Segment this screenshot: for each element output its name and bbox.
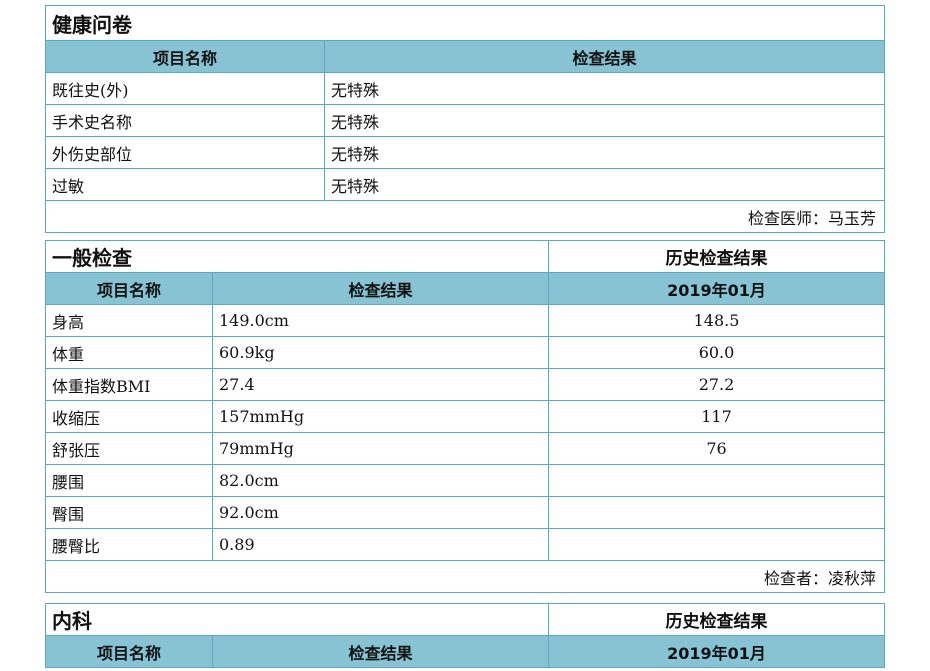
table-row: 收缩压 157mmHg 117 bbox=[45, 400, 885, 433]
item-name: 收缩压 bbox=[45, 400, 213, 433]
column-header-item: 项目名称 bbox=[45, 635, 213, 668]
table-row: 既往史(外) 无特殊 bbox=[45, 72, 885, 105]
item-name: 体重指数BMI bbox=[45, 368, 213, 401]
column-header-result: 检查结果 bbox=[212, 635, 549, 668]
column-header-history-date: 2019年01月 bbox=[548, 272, 885, 305]
item-result: 157mmHg bbox=[212, 400, 549, 433]
section-title: 健康问卷 bbox=[45, 5, 885, 41]
item-history: 60.0 bbox=[548, 336, 885, 369]
column-header-item: 项目名称 bbox=[45, 272, 213, 305]
table-row: 臀围 92.0cm bbox=[45, 496, 885, 529]
section-title: 一般检查 bbox=[45, 240, 549, 273]
item-name: 既往史(外) bbox=[45, 72, 325, 105]
item-result: 82.0cm bbox=[212, 464, 549, 497]
item-result: 无特殊 bbox=[324, 136, 885, 169]
table-row: 手术史名称 无特殊 bbox=[45, 104, 885, 137]
item-result: 149.0cm bbox=[212, 304, 549, 337]
item-result: 0.89 bbox=[212, 528, 549, 561]
item-name: 体重 bbox=[45, 336, 213, 369]
item-name: 身高 bbox=[45, 304, 213, 337]
section-title: 内科 bbox=[45, 603, 549, 636]
general-exam-table: 一般检查 历史检查结果 项目名称 检查结果 2019年01月 身高 149.0c… bbox=[45, 240, 885, 593]
item-history: 76 bbox=[548, 432, 885, 465]
item-history bbox=[548, 496, 885, 529]
table-row: 腰臀比 0.89 bbox=[45, 528, 885, 561]
item-history: 148.5 bbox=[548, 304, 885, 337]
health-questionnaire-table: 健康问卷 项目名称 检查结果 既往史(外) 无特殊 手术史名称 无特殊 外伤史部… bbox=[45, 5, 885, 233]
item-history: 27.2 bbox=[548, 368, 885, 401]
item-name: 过敏 bbox=[45, 168, 325, 201]
item-result: 27.4 bbox=[212, 368, 549, 401]
item-result: 无特殊 bbox=[324, 72, 885, 105]
table-row: 腰围 82.0cm bbox=[45, 464, 885, 497]
item-name: 腰臀比 bbox=[45, 528, 213, 561]
table-row: 身高 149.0cm 148.5 bbox=[45, 304, 885, 337]
item-result: 92.0cm bbox=[212, 496, 549, 529]
item-history bbox=[548, 464, 885, 497]
item-history bbox=[548, 528, 885, 561]
history-results-title: 历史检查结果 bbox=[548, 240, 885, 273]
item-name: 舒张压 bbox=[45, 432, 213, 465]
column-header-history-date: 2019年01月 bbox=[548, 635, 885, 668]
item-result: 79mmHg bbox=[212, 432, 549, 465]
item-result: 无特殊 bbox=[324, 168, 885, 201]
item-name: 外伤史部位 bbox=[45, 136, 325, 169]
table-row: 体重指数BMI 27.4 27.2 bbox=[45, 368, 885, 401]
examiner-signature: 检查医师：马玉芳 bbox=[45, 200, 885, 233]
item-name: 腰围 bbox=[45, 464, 213, 497]
examiner-signature: 检查者：凌秋萍 bbox=[45, 560, 885, 593]
column-header-result: 检查结果 bbox=[324, 40, 885, 73]
item-name: 手术史名称 bbox=[45, 104, 325, 137]
column-header-item: 项目名称 bbox=[45, 40, 325, 73]
table-row: 体重 60.9kg 60.0 bbox=[45, 336, 885, 369]
column-header-result: 检查结果 bbox=[212, 272, 549, 305]
internal-medicine-table: 内科 历史检查结果 项目名称 检查结果 2019年01月 bbox=[45, 603, 885, 668]
item-result: 60.9kg bbox=[212, 336, 549, 369]
item-history: 117 bbox=[548, 400, 885, 433]
history-results-title: 历史检查结果 bbox=[548, 603, 885, 636]
table-row: 过敏 无特殊 bbox=[45, 168, 885, 201]
item-result: 无特殊 bbox=[324, 104, 885, 137]
table-row: 舒张压 79mmHg 76 bbox=[45, 432, 885, 465]
table-row: 外伤史部位 无特殊 bbox=[45, 136, 885, 169]
item-name: 臀围 bbox=[45, 496, 213, 529]
